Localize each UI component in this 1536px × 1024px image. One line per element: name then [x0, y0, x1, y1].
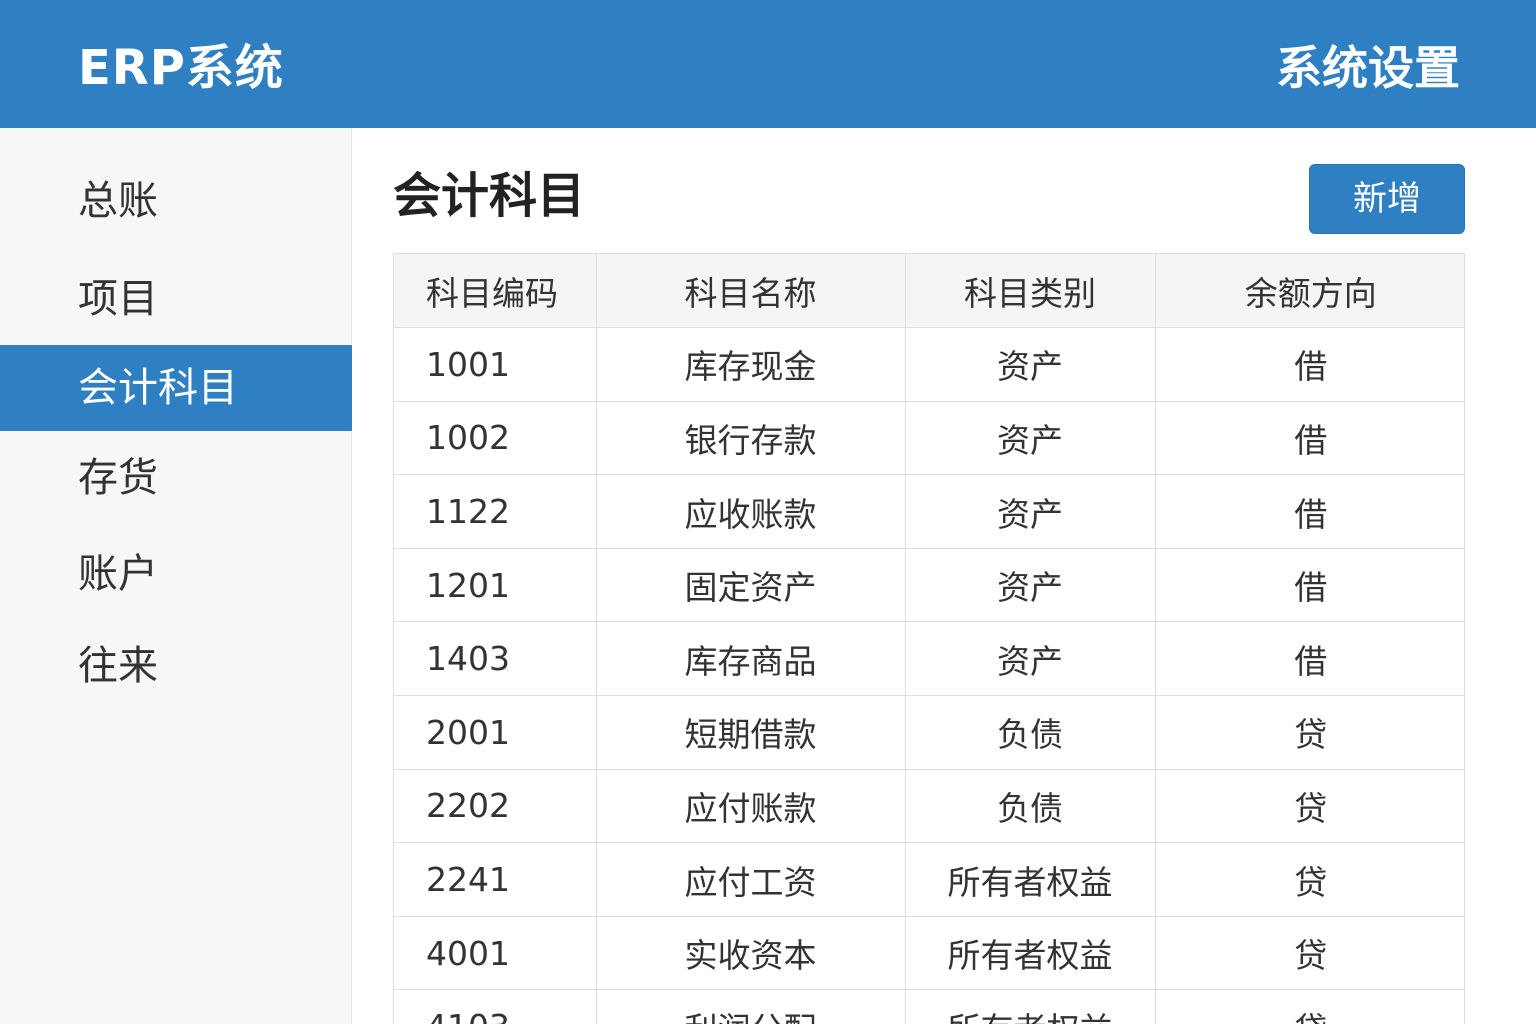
sidebar-item-inventory[interactable]: 存货: [0, 435, 352, 521]
cell-name: 固定资产: [596, 548, 906, 623]
table-row[interactable]: 4001 实收资本 所有者权益 贷: [394, 916, 1464, 991]
cell-balance-direction: 贷: [1155, 769, 1464, 844]
accounts-table: 科目编码 科目名称 科目类别 余额方向 1001 库存现金 资产 借 1002: [394, 254, 1464, 1024]
erp-app: ERP系统 系统设置 总账 项目 会计科目 存货 账户 往来 会计科目 新增 科…: [0, 0, 1536, 1024]
cell-balance-direction: 借: [1155, 474, 1464, 549]
cell-category: 资产: [905, 474, 1156, 549]
cell-code: 1122: [394, 474, 597, 549]
accounts-table-container: 科目编码 科目名称 科目类别 余额方向 1001 库存现金 资产 借 1002: [393, 253, 1465, 1024]
cell-category: 所有者权益: [905, 916, 1156, 991]
cell-name: 短期借款: [596, 695, 906, 770]
table-row[interactable]: 2202 应付账款 负债 贷: [394, 769, 1464, 844]
cell-name: 应付账款: [596, 769, 906, 844]
main-content: 会计科目 新增 科目编码 科目名称 科目类别 余额方向 1001 库存现金 资产…: [353, 128, 1536, 1024]
table-row[interactable]: 1001 库存现金 资产 借: [394, 327, 1464, 402]
cell-code: 1001: [394, 327, 597, 402]
table-row[interactable]: 2241 应付工资 所有者权益 贷: [394, 842, 1464, 917]
cell-name: 银行存款: [596, 401, 906, 476]
table-row[interactable]: 1201 固定资产 资产 借: [394, 548, 1464, 623]
system-settings-link[interactable]: 系统设置: [1276, 40, 1460, 96]
column-header-balance-direction[interactable]: 余额方向: [1155, 254, 1464, 329]
column-header-code[interactable]: 科目编码: [394, 254, 597, 329]
cell-code: 2202: [394, 769, 597, 844]
sidebar-item-accounts[interactable]: 账户: [0, 531, 352, 617]
cell-category: 资产: [905, 548, 1156, 623]
page-title: 会计科目: [393, 168, 586, 224]
cell-code: 2241: [394, 842, 597, 917]
cell-balance-direction: 贷: [1155, 916, 1464, 991]
top-bar: ERP系统 系统设置: [0, 0, 1536, 128]
cell-category: 负债: [905, 695, 1156, 770]
cell-name: 库存商品: [596, 621, 906, 697]
table-row[interactable]: 1122 应收账款 资产 借: [394, 474, 1464, 549]
cell-code: 4001: [394, 916, 597, 991]
cell-name: 库存现金: [596, 327, 906, 402]
cell-name: 应付工资: [596, 842, 906, 917]
cell-code: 1403: [394, 621, 597, 697]
column-header-name[interactable]: 科目名称: [596, 254, 906, 329]
sidebar-item-projects[interactable]: 项目: [0, 256, 352, 342]
sidebar-item-contacts[interactable]: 往来: [0, 623, 352, 709]
column-header-category[interactable]: 科目类别: [905, 254, 1156, 329]
table-row[interactable]: 4103 利润分配 所有者权益 贷: [394, 989, 1464, 1024]
cell-code: 1201: [394, 548, 597, 623]
cell-code: 2001: [394, 695, 597, 770]
cell-balance-direction: 借: [1155, 401, 1464, 476]
cell-balance-direction: 借: [1155, 548, 1464, 623]
app-title: ERP系统: [78, 40, 284, 96]
cell-category: 所有者权益: [905, 842, 1156, 917]
sidebar: 总账 项目 会计科目 存货 账户 往来: [0, 128, 352, 1024]
add-button[interactable]: 新增: [1309, 164, 1465, 234]
cell-category: 资产: [905, 401, 1156, 476]
cell-category: 负债: [905, 769, 1156, 844]
cell-name: 实收资本: [596, 916, 906, 991]
cell-balance-direction: 借: [1155, 327, 1464, 402]
cell-balance-direction: 贷: [1155, 695, 1464, 770]
cell-code: 4103: [394, 989, 597, 1024]
cell-code: 1002: [394, 401, 597, 476]
cell-category: 资产: [905, 327, 1156, 402]
cell-name: 利润分配: [596, 989, 906, 1024]
cell-category: 所有者权益: [905, 989, 1156, 1024]
cell-balance-direction: 贷: [1155, 989, 1464, 1024]
cell-balance-direction: 借: [1155, 621, 1464, 697]
table-header-row: 科目编码 科目名称 科目类别 余额方向: [394, 254, 1464, 329]
table-row[interactable]: 2001 短期借款 负债 贷: [394, 695, 1464, 770]
cell-name: 应收账款: [596, 474, 906, 549]
cell-category: 资产: [905, 621, 1156, 697]
table-row[interactable]: 1403 库存商品 资产 借: [394, 621, 1464, 697]
cell-balance-direction: 贷: [1155, 842, 1464, 917]
table-row[interactable]: 1002 银行存款 资产 借: [394, 401, 1464, 476]
sidebar-item-accounting-subjects[interactable]: 会计科目: [0, 345, 352, 431]
sidebar-item-general-ledger[interactable]: 总账: [0, 158, 352, 244]
